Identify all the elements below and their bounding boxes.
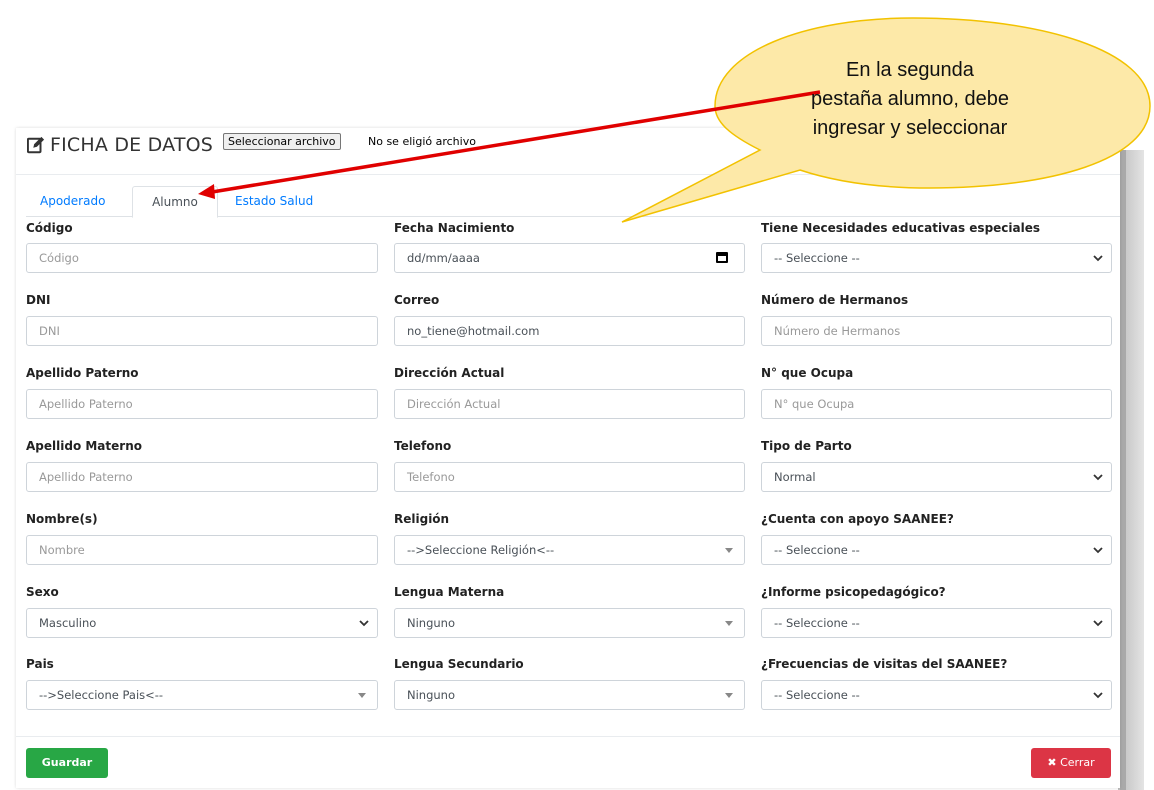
tipo-parto-value: Normal [774,470,816,484]
frecuencias-select[interactable]: -- Seleccione -- [761,680,1112,710]
field-label-ocupa: N° que Ocupa [761,366,854,380]
field-label-telefono: Telefono [394,439,452,453]
chevron-down-icon [1093,255,1103,262]
pais-select-value: -->Seleccione Pais<-- [39,688,164,702]
callout-line-1: En la segunda [846,59,974,81]
close-button[interactable]: ✖ Cerrar [1031,748,1111,778]
footer-divider [16,736,1120,737]
direccion-input[interactable]: Dirección Actual [394,389,745,419]
field-label-informe: ¿Informe psicopedagógico? [761,585,946,599]
file-select-button[interactable]: Seleccionar archivo [223,133,341,150]
caret-down-icon [725,548,733,553]
chevron-down-icon [1093,620,1103,627]
field-label-pais: Pais [26,657,54,671]
lengua-materna-select[interactable]: Ninguno [394,608,745,638]
window-shadow-edge [1120,150,1126,790]
tipo-parto-select[interactable]: Normal [761,462,1112,492]
field-label-fecha-nacimiento: Fecha Nacimiento [394,221,515,235]
religion-select[interactable]: -->Seleccione Religión<-- [394,535,745,565]
calendar-icon[interactable] [716,252,728,263]
apoyo-saanee-select[interactable]: -- Seleccione -- [761,535,1112,565]
chevron-down-icon [1093,692,1103,699]
modal-panel: FICHA DE DATOS Seleccionar archivo No se… [16,128,1120,788]
tab-bar: Apoderado Alumno Estado Salud [26,186,1120,218]
field-label-tipo-parto: Tipo de Parto [761,439,852,453]
field-label-dni: DNI [26,293,51,307]
modal-title: FICHA DE DATOS [50,134,214,156]
fecha-nacimiento-input[interactable]: dd/mm/aaaa [394,243,745,273]
dni-input[interactable]: DNI [26,316,378,346]
lengua-secundario-select[interactable]: Ninguno [394,680,745,710]
field-label-direccion: Dirección Actual [394,366,505,380]
lengua-materna-value: Ninguno [407,616,455,630]
callout-line-3: ingresar y seleccionar [812,117,1008,139]
field-label-sexo: Sexo [26,585,59,599]
edit-icon [27,136,45,154]
apoyo-saanee-value: -- Seleccione -- [774,543,860,557]
field-label-nombre: Nombre(s) [26,512,98,526]
codigo-input[interactable]: Código [26,243,378,273]
fecha-nacimiento-value: dd/mm/aaaa [407,251,480,265]
necesidades-value: -- Seleccione -- [774,251,860,265]
ocupa-input[interactable]: N° que Ocupa [761,389,1112,419]
sexo-select[interactable]: Masculino [26,608,378,638]
necesidades-select[interactable]: -- Seleccione -- [761,243,1112,273]
chevron-down-icon [1093,547,1103,554]
caret-down-icon [725,693,733,698]
save-button[interactable]: Guardar [26,748,108,778]
correo-input[interactable]: no_tiene@hotmail.com [394,316,745,346]
chevron-down-icon [1093,474,1103,481]
religion-select-value: -->Seleccione Religión<-- [407,543,555,557]
field-label-frecuencias: ¿Frecuencias de visitas del SAANEE? [761,657,1008,671]
callout-text: En la segunda pestaña alumno, debe ingre… [780,56,1040,143]
field-label-apellido-materno: Apellido Materno [26,439,142,453]
file-status: No se eligió archivo [368,135,476,148]
field-label-lengua-secundario: Lengua Secundario [394,657,524,671]
nombre-input[interactable]: Nombre [26,535,378,565]
lengua-secundario-value: Ninguno [407,688,455,702]
field-label-religion: Religión [394,512,450,526]
telefono-input[interactable]: Telefono [394,462,745,492]
informe-select[interactable]: -- Seleccione -- [761,608,1112,638]
tab-apoderado[interactable]: Apoderado [40,186,105,216]
chevron-down-icon [359,620,369,627]
caret-down-icon [358,693,366,698]
close-button-label: Cerrar [1060,756,1095,769]
field-label-necesidades: Tiene Necesidades educativas especiales [761,221,1041,235]
pais-select[interactable]: -->Seleccione Pais<-- [26,680,378,710]
sexo-select-value: Masculino [39,616,97,630]
field-label-lengua-materna: Lengua Materna [394,585,505,599]
apellido-materno-input[interactable]: Apellido Paterno [26,462,378,492]
caret-down-icon [725,621,733,626]
tab-estado-salud[interactable]: Estado Salud [235,186,313,216]
field-label-apellido-paterno: Apellido Paterno [26,366,139,380]
close-icon: ✖ [1047,756,1057,769]
apellido-paterno-input[interactable]: Apellido Paterno [26,389,378,419]
field-label-codigo: Código [26,221,73,235]
hermanos-input[interactable]: Número de Hermanos [761,316,1112,346]
informe-value: -- Seleccione -- [774,616,860,630]
field-label-hermanos: Número de Hermanos [761,293,909,307]
field-label-correo: Correo [394,293,440,307]
tab-alumno[interactable]: Alumno [132,186,218,218]
callout-line-2: pestaña alumno, debe [811,88,1009,110]
frecuencias-value: -- Seleccione -- [774,688,860,702]
field-label-apoyo-saanee: ¿Cuenta con apoyo SAANEE? [761,512,954,526]
